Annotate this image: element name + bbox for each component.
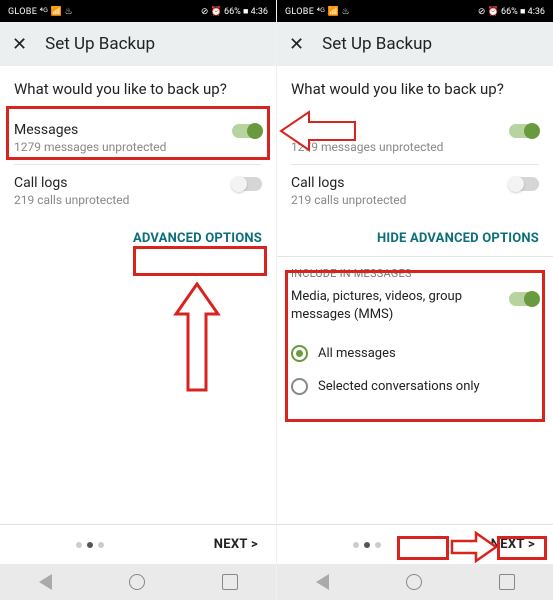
calllogs-title: Call logs xyxy=(291,175,539,191)
calllogs-sub: 219 calls unprotected xyxy=(14,193,262,207)
media-toggle[interactable] xyxy=(509,292,539,306)
page-dots xyxy=(353,542,381,548)
messages-row[interactable]: Messages 1279 messages unprotected xyxy=(291,112,539,165)
bottom-bar: NEXT > xyxy=(277,524,553,564)
messages-sub: 1279 messages unprotected xyxy=(14,140,262,154)
status-bar: GLOBE ⁴ᴳ 📶 ♨ ⊘ ⏰ 66% ■ 4:36 xyxy=(277,0,553,22)
radio-selected-icon xyxy=(291,378,308,395)
advanced-options-link[interactable]: ADVANCED OPTIONS xyxy=(0,217,276,256)
hide-advanced-options-link[interactable]: HIDE ADVANCED OPTIONS xyxy=(277,217,553,256)
nav-home-icon[interactable] xyxy=(129,574,145,590)
bottom-bar: NEXT > xyxy=(0,524,276,564)
backup-question: What would you like to back up? xyxy=(14,80,262,98)
media-row[interactable]: Media, pictures, videos, group messages … xyxy=(291,288,539,323)
nav-recent-icon[interactable] xyxy=(222,574,238,590)
nav-back-icon[interactable] xyxy=(316,574,329,590)
status-right: ⊘ ⏰ 66% ■ 4:36 xyxy=(478,6,545,17)
dot-3 xyxy=(98,542,104,548)
app-bar: ✕ Set Up Backup xyxy=(0,22,276,66)
page-dots xyxy=(76,542,104,548)
dot-2 xyxy=(87,542,93,548)
status-bar: GLOBE ⁴ᴳ 📶 ♨ ⊘ ⏰ 66% ■ 4:36 xyxy=(0,0,276,22)
messages-sub: 1279 messages unprotected xyxy=(291,140,539,154)
backup-question: What would you like to back up? xyxy=(291,80,539,98)
dot-1 xyxy=(353,542,359,548)
messages-row[interactable]: Messages 1279 messages unprotected xyxy=(14,112,262,165)
calllogs-row[interactable]: Call logs 219 calls unprotected xyxy=(14,165,262,217)
status-right: ⊘ ⏰ 66% ■ 4:36 xyxy=(201,6,268,17)
radio-all-icon xyxy=(291,345,308,362)
messages-toggle[interactable] xyxy=(509,124,539,138)
appbar-title: Set Up Backup xyxy=(322,34,432,54)
include-header: INCLUDE IN MESSAGES xyxy=(291,267,539,280)
messages-toggle[interactable] xyxy=(232,124,262,138)
close-icon[interactable]: ✕ xyxy=(289,34,304,55)
close-icon[interactable]: ✕ xyxy=(12,34,27,55)
calllogs-toggle[interactable] xyxy=(509,177,539,191)
dot-1 xyxy=(76,542,82,548)
calllogs-toggle[interactable] xyxy=(232,177,262,191)
appbar-title: Set Up Backup xyxy=(45,34,155,54)
screenshot-left: GLOBE ⁴ᴳ 📶 ♨ ⊘ ⏰ 66% ■ 4:36 ✕ Set Up Bac… xyxy=(0,0,276,600)
status-carrier: GLOBE ⁴ᴳ 📶 ♨ xyxy=(8,6,73,17)
android-navbar xyxy=(277,564,553,600)
radio-selected-label: Selected conversations only xyxy=(318,379,480,394)
advanced-panel: INCLUDE IN MESSAGES Media, pictures, vid… xyxy=(277,256,553,411)
media-label: Media, pictures, videos, group messages … xyxy=(291,289,462,322)
dot-2 xyxy=(364,542,370,548)
radio-all-label: All messages xyxy=(318,346,396,361)
calllogs-title: Call logs xyxy=(14,175,262,191)
nav-home-icon[interactable] xyxy=(406,574,422,590)
messages-title: Messages xyxy=(291,122,539,138)
nav-back-icon[interactable] xyxy=(39,574,52,590)
nav-recent-icon[interactable] xyxy=(499,574,515,590)
dot-3 xyxy=(375,542,381,548)
calllogs-sub: 219 calls unprotected xyxy=(291,193,539,207)
next-button[interactable]: NEXT > xyxy=(491,537,535,552)
status-carrier: GLOBE ⁴ᴳ 📶 ♨ xyxy=(285,6,350,17)
calllogs-row[interactable]: Call logs 219 calls unprotected xyxy=(291,165,539,217)
messages-title: Messages xyxy=(14,122,262,138)
app-bar: ✕ Set Up Backup xyxy=(277,22,553,66)
next-button[interactable]: NEXT > xyxy=(214,537,258,552)
screenshot-right: GLOBE ⁴ᴳ 📶 ♨ ⊘ ⏰ 66% ■ 4:36 ✕ Set Up Bac… xyxy=(277,0,553,600)
radio-all[interactable]: All messages xyxy=(291,337,539,370)
radio-selected[interactable]: Selected conversations only xyxy=(291,370,539,403)
android-navbar xyxy=(0,564,276,600)
